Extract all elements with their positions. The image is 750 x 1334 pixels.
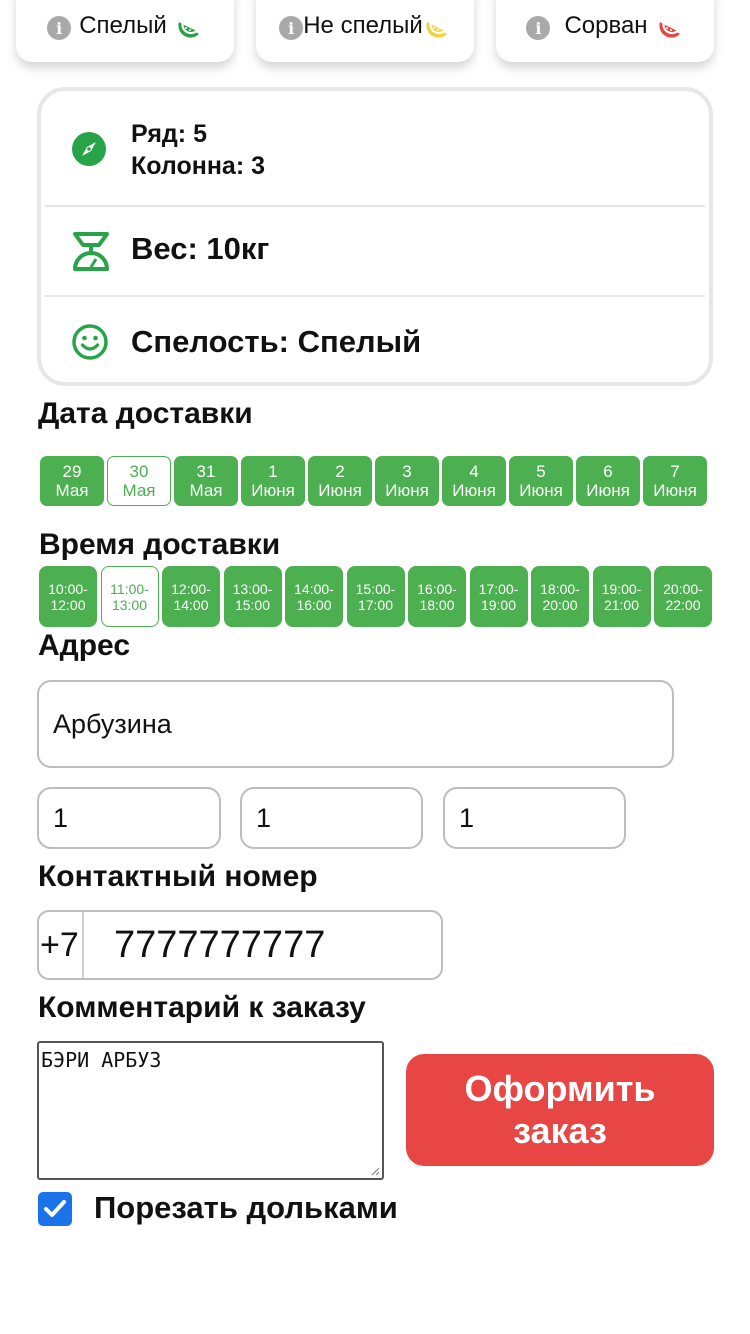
info-icon[interactable]: i: [47, 16, 72, 40]
time-option[interactable]: 16:00- 18:00: [408, 566, 466, 627]
delivery-time-options: 10:00- 12:00 11:00- 13:00 12:00- 14:00 13:0…: [39, 566, 712, 627]
location-row: Ряд: 5 Колонна: 3: [45, 91, 705, 205]
date-option[interactable]: 4 Июня: [442, 456, 506, 506]
watermelon-slice-icon: [426, 22, 447, 38]
time-option[interactable]: 17:00- 19:00: [469, 566, 528, 627]
house-input[interactable]: 1: [37, 787, 221, 849]
ripeness-row: Спелость: Спелый: [45, 297, 705, 385]
legend-label-picked: Сорван: [564, 12, 648, 39]
weight-label: Вес: 10кг: [131, 231, 270, 266]
scale-icon: [73, 232, 109, 271]
time-option[interactable]: 14:00- 16:00: [285, 566, 343, 627]
slice-checkbox[interactable]: [38, 1192, 72, 1226]
date-option[interactable]: 6 Июня: [576, 456, 640, 506]
comment-textarea[interactable]: БЭРИ АРБУЗ: [37, 1041, 384, 1180]
date-option[interactable]: 5 Июня: [509, 456, 573, 506]
watermelon-slice-icon: [178, 22, 199, 38]
phone-input[interactable]: 7777777777: [84, 924, 325, 967]
checkmark-icon: [44, 1200, 66, 1217]
date-option[interactable]: 2 Июня: [308, 456, 372, 506]
contact-title: Контактный номер: [38, 860, 318, 893]
smiley-icon: [72, 324, 108, 360]
place-order-button[interactable]: Оформить заказ: [406, 1054, 714, 1166]
weight-row: Вес: 10кг: [45, 207, 705, 295]
legend-label-unripe: Не спелый: [303, 12, 423, 39]
legend-card-unripe[interactable]: i Не спелый: [256, 0, 474, 62]
legend-card-ripe[interactable]: i Спелый: [16, 0, 234, 62]
melon-info-panel: Ряд: 5 Колонна: 3 Вес: 10кг Спелость: Сп…: [37, 87, 713, 386]
date-option[interactable]: 7 Июня: [643, 456, 707, 506]
compass-icon: [72, 132, 106, 166]
time-option[interactable]: 10:00- 12:00: [39, 566, 97, 627]
comment-title: Комментарий к заказу: [38, 991, 366, 1024]
time-option[interactable]: 15:00- 17:00: [346, 566, 405, 627]
info-icon[interactable]: i: [279, 16, 304, 40]
date-option[interactable]: 29 Мая: [40, 456, 104, 506]
resize-handle-icon[interactable]: [370, 1166, 380, 1176]
time-option-selected[interactable]: 11:00- 13:00: [100, 566, 159, 627]
date-option[interactable]: 3 Июня: [375, 456, 439, 506]
delivery-date-title: Дата доставки: [38, 397, 253, 430]
time-option[interactable]: 18:00- 20:00: [531, 566, 589, 627]
watermelon-slice-icon: [659, 22, 680, 38]
time-option[interactable]: 12:00- 14:00: [162, 566, 220, 627]
date-option[interactable]: 1 Июня: [241, 456, 305, 506]
ripeness-label: Спелость: Спелый: [131, 324, 422, 359]
street-input[interactable]: Арбузина: [37, 680, 674, 768]
column-number: Колонна: 3: [131, 152, 266, 180]
delivery-time-title: Время доставки: [39, 528, 281, 561]
address-title: Адрес: [38, 629, 131, 662]
date-option[interactable]: 31 Мая: [174, 456, 238, 506]
slice-checkbox-label[interactable]: Порезать дольками: [94, 1190, 398, 1226]
delivery-date-options: 29 Мая 30 Мая 31 Мая 1 Июня 2 Июня 3 Июня 4 Июн…: [40, 456, 712, 506]
apartment-input[interactable]: 1: [443, 787, 626, 849]
phone-prefix: +7: [39, 912, 84, 978]
comment-text: БЭРИ АРБУЗ: [41, 1048, 162, 1072]
entrance-input[interactable]: 1: [240, 787, 423, 849]
legend-label-ripe: Спелый: [79, 12, 167, 39]
time-option[interactable]: 13:00- 15:00: [223, 566, 282, 627]
row-number: Ряд: 5: [131, 120, 207, 148]
time-option[interactable]: 19:00- 21:00: [592, 566, 651, 627]
date-option-selected[interactable]: 30 Мая: [107, 456, 171, 506]
legend-card-picked[interactable]: i Сорван: [496, 0, 714, 62]
time-option[interactable]: 20:00- 22:00: [654, 566, 712, 627]
phone-field[interactable]: +7 7777777777: [37, 910, 443, 980]
info-icon[interactable]: i: [526, 16, 551, 40]
